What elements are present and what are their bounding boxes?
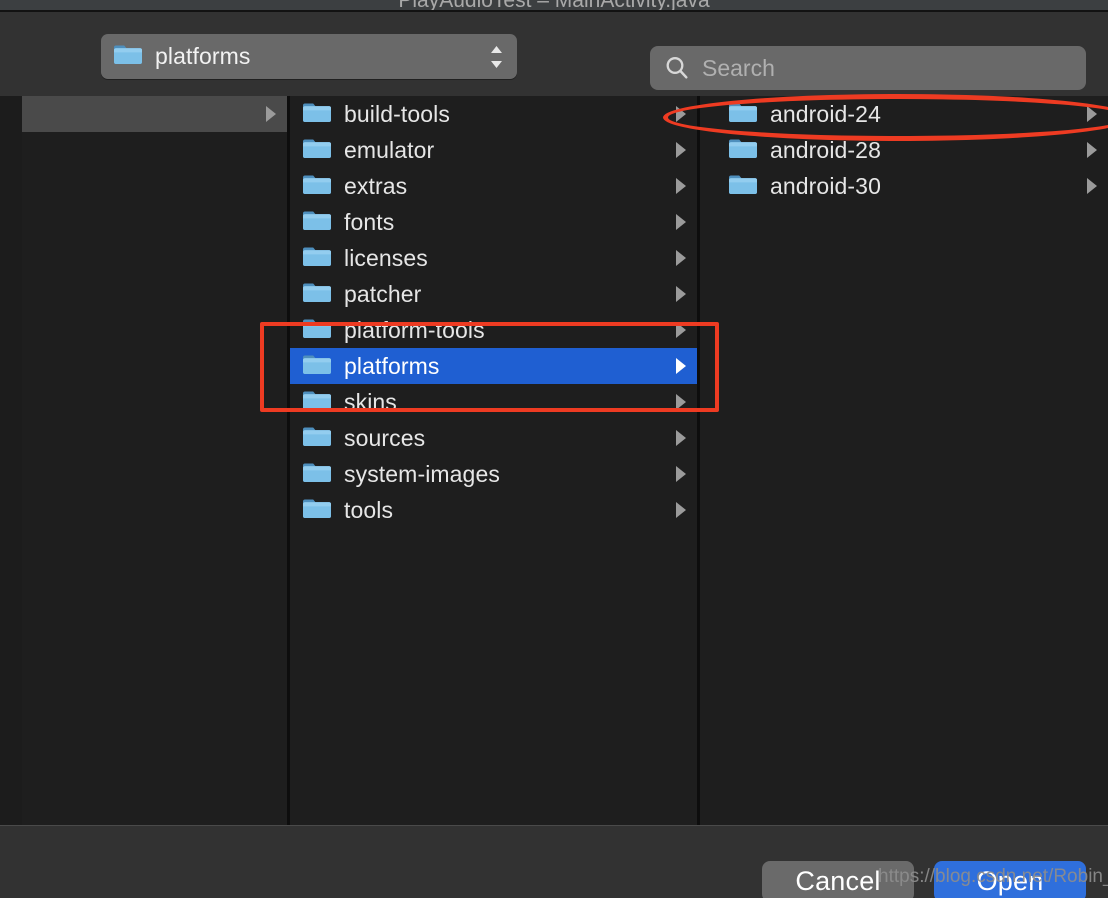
browser-row-label: extras (344, 172, 408, 199)
browser-row-label: platform-tools (344, 316, 485, 343)
chevron-up-down-icon (488, 43, 505, 71)
browser-row[interactable]: android-24 (700, 96, 1108, 132)
path-popup-label: platforms (155, 43, 251, 69)
browser-column-3[interactable]: android-24 android-28 android-30 (700, 96, 1108, 825)
browser-row[interactable]: platform-tools (290, 312, 697, 348)
browser-row-label: licenses (344, 244, 428, 271)
folder-icon (302, 280, 332, 309)
folder-icon (302, 244, 332, 273)
disclosure-arrow-icon[interactable] (1085, 105, 1099, 123)
folder-icon (302, 172, 332, 201)
disclosure-arrow-icon[interactable] (1085, 177, 1099, 195)
disclosure-arrow-icon[interactable] (674, 429, 688, 447)
disclosure-arrow-icon[interactable] (674, 105, 688, 123)
browser-row-label: emulator (344, 136, 435, 163)
browser-row[interactable]: tools (290, 492, 697, 528)
browser-row[interactable]: skins (290, 384, 697, 420)
browser-row[interactable]: patcher (290, 276, 697, 312)
folder-icon (302, 352, 332, 381)
cancel-button[interactable]: Cancel (762, 861, 914, 898)
disclosure-arrow-icon[interactable] (674, 357, 688, 375)
browser-row-label: sources (344, 424, 426, 451)
folder-icon (302, 208, 332, 237)
disclosure-arrow-icon[interactable] (674, 501, 688, 519)
disclosure-arrow-icon[interactable] (674, 285, 688, 303)
folder-icon (302, 460, 332, 489)
folder-icon (728, 136, 758, 165)
browser-row-label: android-30 (770, 172, 881, 199)
browser-row[interactable] (22, 96, 287, 132)
folder-icon (302, 136, 332, 165)
browser-row[interactable]: system-images (290, 456, 697, 492)
browser-row-label: platforms (344, 352, 440, 379)
disclosure-arrow-icon[interactable] (674, 465, 688, 483)
column-browser: build-tools emulator extras fonts licenses pa… (0, 96, 1108, 825)
browser-row[interactable]: platforms (290, 348, 697, 384)
disclosure-arrow-icon[interactable] (674, 249, 688, 267)
folder-icon (302, 424, 332, 453)
folder-icon (302, 100, 332, 129)
disclosure-arrow-icon[interactable] (674, 141, 688, 159)
disclosure-arrow-icon[interactable] (264, 105, 278, 123)
search-icon (664, 55, 690, 81)
folder-icon (302, 496, 332, 525)
browser-row-label: fonts (344, 208, 395, 235)
folder-icon (302, 388, 332, 417)
file-open-sheet: platforms Search build-tools emulator ex… (0, 12, 1108, 898)
browser-row[interactable]: android-28 (700, 132, 1108, 168)
folder-icon (728, 172, 758, 201)
browser-column-1[interactable] (22, 96, 287, 825)
screenshot-root: PlayAudioTest – MainActivity.java platfo… (0, 0, 1108, 898)
disclosure-arrow-icon[interactable] (674, 213, 688, 231)
browser-row-label: build-tools (344, 100, 450, 127)
open-button[interactable]: Open (934, 861, 1086, 898)
browser-row[interactable]: emulator (290, 132, 697, 168)
sheet-footer: Cancel Open (0, 825, 1108, 898)
disclosure-arrow-icon[interactable] (674, 321, 688, 339)
search-field[interactable]: Search (650, 46, 1086, 90)
folder-icon (113, 42, 143, 71)
browser-row-label: android-28 (770, 136, 881, 163)
folder-icon (728, 100, 758, 129)
browser-row-label: patcher (344, 280, 422, 307)
browser-row[interactable]: licenses (290, 240, 697, 276)
folder-icon (302, 316, 332, 345)
browser-row[interactable]: android-30 (700, 168, 1108, 204)
browser-row-label: tools (344, 496, 394, 523)
browser-row-label: skins (344, 388, 397, 415)
browser-row-label: system-images (344, 460, 500, 487)
sheet-toolbar: platforms Search (0, 12, 1108, 96)
browser-row[interactable]: sources (290, 420, 697, 456)
browser-row[interactable]: fonts (290, 204, 697, 240)
disclosure-arrow-icon[interactable] (674, 393, 688, 411)
search-input[interactable]: Search (702, 55, 775, 82)
path-popup-button[interactable]: platforms (101, 34, 517, 79)
disclosure-arrow-icon[interactable] (1085, 141, 1099, 159)
disclosure-arrow-icon[interactable] (674, 177, 688, 195)
browser-row[interactable]: extras (290, 168, 697, 204)
browser-column-2[interactable]: build-tools emulator extras fonts licenses pa… (290, 96, 697, 825)
browser-row[interactable]: build-tools (290, 96, 697, 132)
browser-row-label: android-24 (770, 100, 881, 127)
